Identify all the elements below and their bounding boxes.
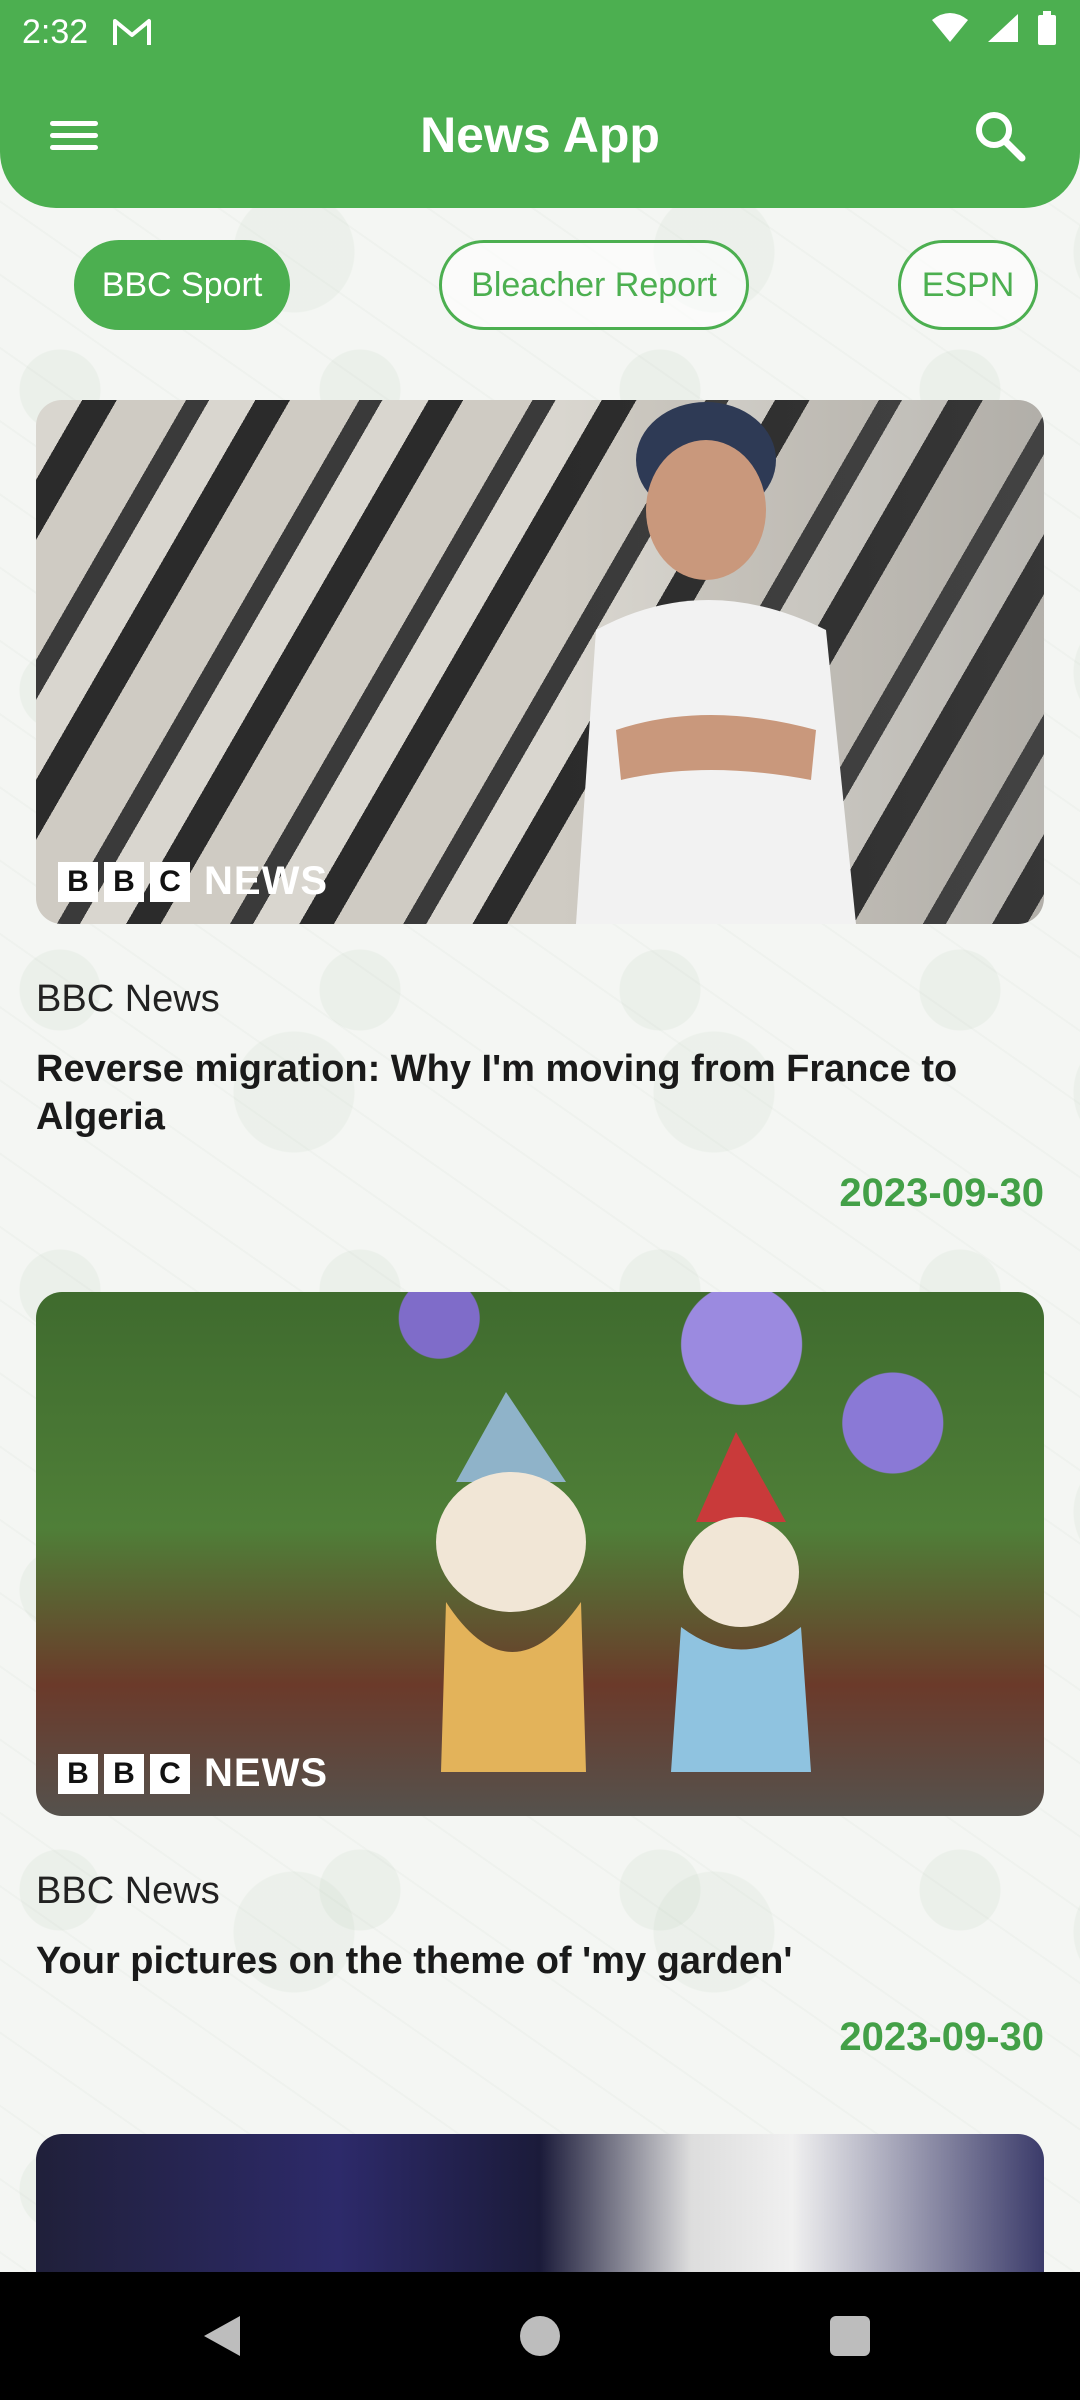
article-image: B B C NEWS	[36, 400, 1044, 924]
bbc-news-logo: B B C NEWS	[58, 1751, 328, 1796]
chip-bleacher-report[interactable]: Bleacher Report	[439, 240, 749, 330]
article-headline[interactable]: Your pictures on the theme of 'my garden…	[36, 1937, 1044, 1985]
article-source: BBC News	[36, 978, 220, 1020]
app-title: News App	[420, 107, 660, 163]
home-icon[interactable]	[520, 2316, 560, 2356]
person-photo-shape	[576, 402, 856, 924]
status-time: 2:32	[22, 12, 89, 51]
garden-gnomes-shape	[436, 1392, 811, 1772]
chip-bbc-sport[interactable]: BBC Sport	[74, 240, 290, 330]
article-image: B B C NEWS	[36, 1292, 1044, 1816]
wifi-icon	[930, 12, 970, 53]
article-card[interactable]	[36, 2134, 1044, 2274]
article-date: 2023-09-30	[839, 2015, 1044, 2059]
battery-icon	[1036, 10, 1058, 54]
article-card[interactable]: B B C NEWS BBC News Your pictures on the…	[36, 1292, 1044, 2060]
article-date: 2023-09-30	[839, 1171, 1044, 1215]
top-bar: 2:32 News App	[0, 0, 1080, 208]
article-card[interactable]: B B C NEWS BBC News Reverse migration: W…	[36, 400, 1044, 1216]
gmail-icon	[112, 17, 152, 47]
article-image	[36, 2134, 1044, 2274]
chip-espn[interactable]: ESPN	[898, 240, 1038, 330]
back-icon[interactable]	[200, 2312, 244, 2365]
recents-icon[interactable]	[830, 2316, 870, 2356]
source-chips: BBC Sport Bleacher Report ESPN	[0, 240, 1080, 332]
signal-icon	[986, 12, 1020, 53]
article-source: BBC News	[36, 1870, 220, 1912]
bbc-news-logo: B B C NEWS	[58, 859, 328, 904]
status-bar: 2:32	[0, 0, 1080, 64]
article-headline[interactable]: Reverse migration: Why I'm moving from F…	[36, 1045, 1044, 1141]
app-bar: News App	[0, 64, 1080, 208]
search-icon[interactable]	[970, 106, 1030, 166]
system-nav-bar	[0, 2272, 1080, 2400]
